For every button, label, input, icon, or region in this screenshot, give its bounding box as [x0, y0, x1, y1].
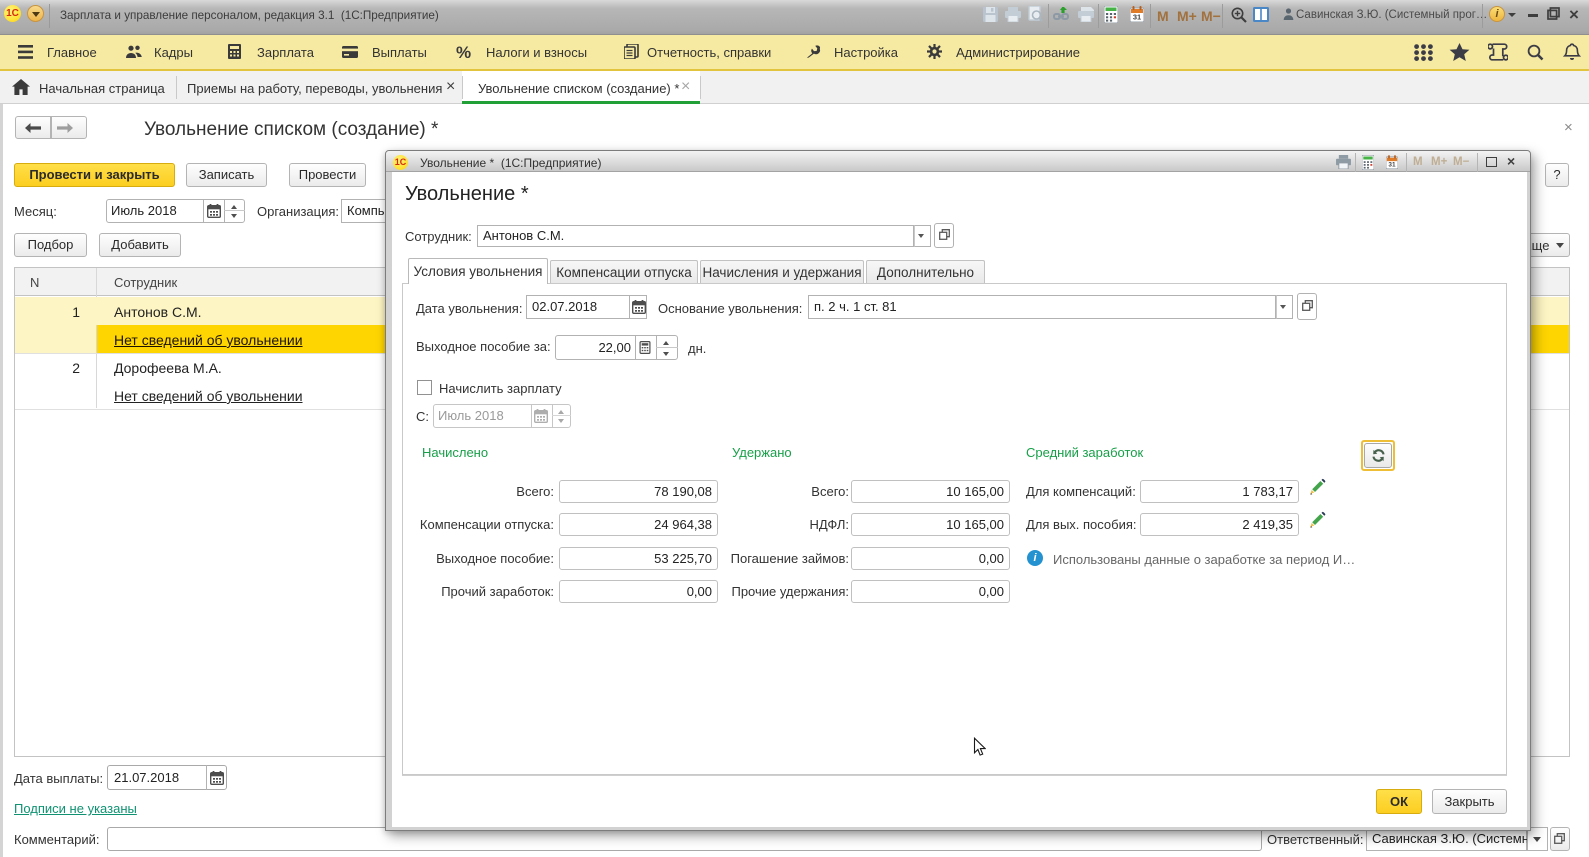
svg-text:31: 31	[1133, 13, 1141, 22]
